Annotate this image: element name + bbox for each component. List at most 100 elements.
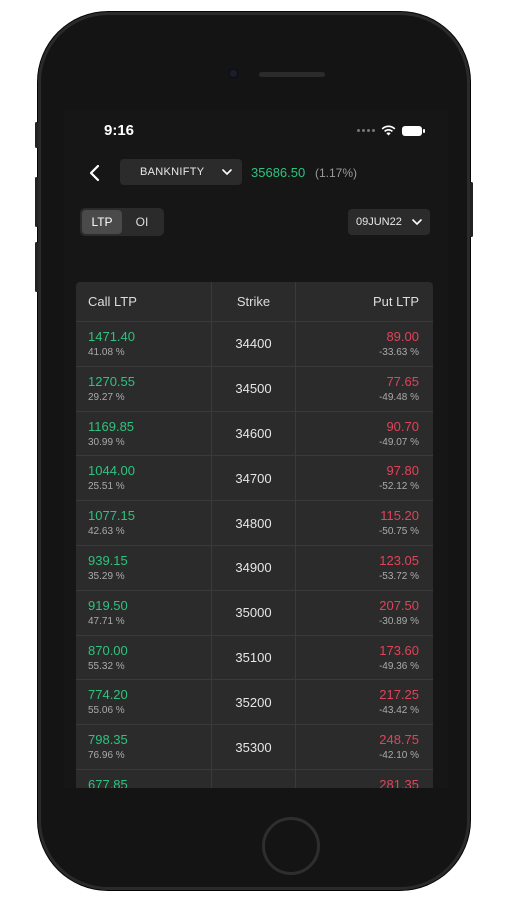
put-ltp: 97.80: [386, 463, 419, 479]
put-cell: 281.35: [296, 770, 433, 788]
put-cell: 173.60 -49.36 %: [296, 636, 433, 680]
call-ltp: 1077.15: [88, 508, 135, 524]
call-pct: 30.99 %: [88, 436, 125, 448]
status-time: 9:16: [104, 122, 135, 139]
put-pct: -33.63 %: [378, 347, 419, 358]
call-ltp: 870.00: [88, 642, 128, 658]
call-pct: 42.63 %: [88, 526, 125, 538]
put-cell: 90.70 -49.07 %: [296, 412, 433, 456]
put-cell: 248.75 -42.10 %: [296, 725, 433, 769]
table-row[interactable]: 870.00 55.32 % 35100 173.60 -49.36 %: [76, 635, 433, 681]
strike-cell: 34600: [212, 411, 296, 456]
back-button[interactable]: [82, 161, 106, 185]
volume-up-button: [35, 122, 38, 148]
status-icons: [357, 125, 425, 136]
strike-price: 34600: [235, 425, 272, 441]
option-chain-table: Call LTP Strike Put LTP 1471.40 41.08 % 34…: [76, 282, 433, 788]
table-row[interactable]: 1169.85 30.99 % 34600 90.70 -49.07 %: [76, 411, 433, 457]
table-body: 1471.40 41.08 % 34400 89.00 -33.63 % 1270.55 2…: [76, 322, 433, 788]
put-pct: -49.36 %: [378, 660, 419, 672]
strike-cell: 34900: [212, 545, 296, 590]
index-price: 35686.50: [251, 165, 306, 180]
call-cell: 798.35 76.96 %: [76, 725, 212, 769]
call-ltp: 1044.00: [88, 463, 135, 479]
wifi-icon: [381, 125, 396, 136]
strike-price: 34500: [235, 381, 272, 397]
expiry-dropdown[interactable]: 09JUN22: [348, 209, 430, 235]
call-ltp: 1471.40: [88, 329, 135, 344]
call-cell: 919.50 47.71 %: [76, 590, 212, 635]
earpiece-speaker: [259, 72, 325, 77]
call-ltp: 1270.55: [88, 373, 135, 389]
call-ltp: 1169.85: [88, 418, 135, 434]
symbol-label: BANKNIFTY: [140, 166, 205, 178]
table-row[interactable]: 798.35 76.96 % 35300 248.75 -42.10 %: [76, 725, 433, 770]
ltp-oi-toggle: LTP OI: [80, 208, 164, 236]
call-pct: 55.06 %: [88, 705, 125, 717]
table-row[interactable]: 919.50 47.71 % 35000 207.50 -30.89 %: [76, 590, 433, 636]
chevron-down-icon: [220, 165, 234, 179]
call-cell: 1077.15 42.63 %: [76, 501, 212, 545]
toggle-oi[interactable]: OI: [122, 210, 162, 234]
put-ltp: 217.25: [379, 687, 419, 703]
put-cell: 123.05 -53.72 %: [296, 546, 433, 590]
strike-cell: 35100: [212, 635, 296, 680]
call-cell: 870.00 55.32 %: [76, 635, 212, 680]
strike-cell: 35000: [212, 590, 296, 635]
call-cell: 1471.40 41.08 %: [76, 322, 212, 366]
expiry-label: 09JUN22: [356, 216, 402, 228]
symbol-dropdown[interactable]: BANKNIFTY: [120, 159, 242, 185]
call-pct: 29.27 %: [88, 391, 125, 403]
table-row[interactable]: 677.85 281.35: [76, 769, 433, 788]
put-ltp: 89.00: [386, 329, 419, 344]
front-camera: [228, 68, 239, 79]
call-pct: 55.32 %: [88, 660, 125, 672]
header-put-ltp: Put LTP: [372, 294, 419, 309]
call-cell: 1169.85 30.99 %: [76, 411, 212, 456]
put-ltp: 90.70: [386, 418, 419, 434]
table-row[interactable]: 774.20 55.06 % 35200 217.25 -43.42 %: [76, 680, 433, 726]
put-cell: 217.25 -43.42 %: [296, 680, 433, 724]
put-cell: 115.20 -50.75 %: [296, 501, 433, 545]
strike-price: 34900: [235, 560, 272, 576]
strike-price: 34800: [235, 515, 272, 531]
table-row[interactable]: 1044.00 25.51 % 34700 97.80 -52.12 %: [76, 456, 433, 502]
put-pct: -42.10 %: [378, 750, 419, 762]
call-cell: 939.15 35.29 %: [76, 545, 212, 590]
put-cell: 77.65 -49.48 %: [296, 367, 433, 411]
put-ltp: 207.50: [379, 597, 419, 613]
table-row[interactable]: 1077.15 42.63 % 34800 115.20 -50.75 %: [76, 501, 433, 546]
strike-price: 35300: [235, 739, 272, 755]
strike-cell: 34800: [212, 501, 296, 545]
status-bar: 9:16: [64, 110, 448, 150]
put-pct: -43.42 %: [378, 705, 419, 717]
strike-cell: 34400: [212, 322, 296, 366]
put-pct: -50.75 %: [378, 526, 419, 538]
put-cell: 207.50 -30.89 %: [296, 591, 433, 635]
call-pct: 25.51 %: [88, 481, 125, 493]
table-row[interactable]: 1471.40 41.08 % 34400 89.00 -33.63 %: [76, 322, 433, 367]
strike-price: 35100: [235, 649, 272, 665]
app-screen: 9:16 BANKNIFTY 35686.50 (1.17%) LTP OI 0…: [64, 110, 448, 788]
call-cell: 1044.00 25.51 %: [76, 456, 212, 501]
put-ltp: 123.05: [379, 552, 419, 568]
home-button[interactable]: [262, 817, 320, 875]
strike-price: 35200: [235, 694, 272, 710]
call-pct: 41.08 %: [88, 347, 125, 358]
put-cell: 89.00 -33.63 %: [296, 322, 433, 366]
strike-cell: 35200: [212, 680, 296, 725]
put-ltp: 77.65: [386, 373, 419, 389]
table-row[interactable]: 939.15 35.29 % 34900 123.05 -53.72 %: [76, 545, 433, 591]
call-ltp: 774.20: [88, 687, 128, 703]
table-row[interactable]: 1270.55 29.27 % 34500 77.65 -49.48 %: [76, 366, 433, 412]
put-pct: -30.89 %: [378, 615, 419, 627]
header-call-ltp: Call LTP: [76, 282, 212, 321]
strike-price: 34700: [235, 470, 272, 486]
volume-down-button-2: [35, 242, 38, 292]
index-change: (1.17%): [315, 166, 358, 180]
toggle-ltp[interactable]: LTP: [82, 210, 122, 234]
strike-cell: [212, 769, 296, 788]
strike-cell: 34500: [212, 366, 296, 411]
put-ltp: 281.35: [379, 776, 419, 788]
call-pct: 35.29 %: [88, 570, 125, 582]
